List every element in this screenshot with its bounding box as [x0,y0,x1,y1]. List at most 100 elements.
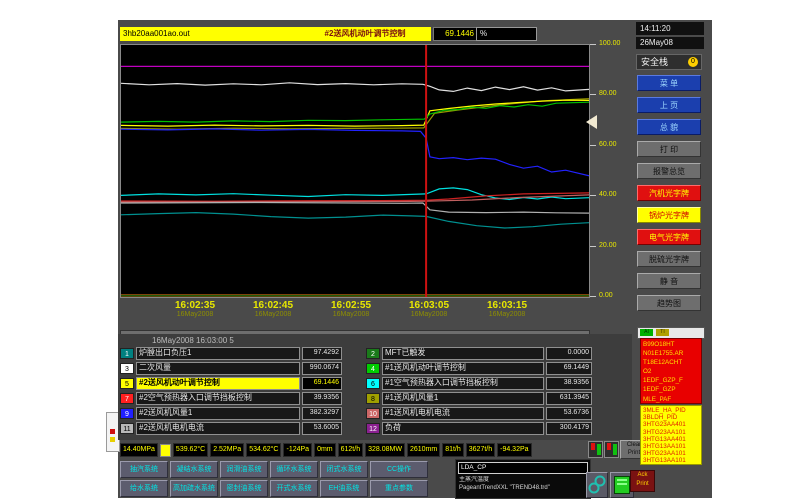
sidebar-button[interactable]: 上 页 [637,97,701,113]
pen-value: 97.4292 [302,347,342,360]
nav-button[interactable]: 重点参数 [370,480,428,497]
pen-color-chip: 7 [120,393,134,404]
pen-color-chip: 11 [120,423,134,434]
status-value: 0mm [314,443,336,457]
clock-date: 26May08 [636,37,704,49]
alarm-tag[interactable]: 1EDF_GZP_F [643,376,701,385]
legend-row[interactable]: 8#1送风机风量1631.3945 [366,391,592,406]
alarm-tag[interactable]: MLE_PAF [643,395,701,404]
console-lines: 主蒸汽温度PageantTrendXXL "TREND48.trd" [456,476,590,492]
cursor-timestamp: 16May2008 16:03:00 5 [152,336,234,345]
y-tick-mark [590,145,596,146]
legend-row[interactable]: 9#2送风机风量1382.3297 [120,406,342,421]
series-#1送风机动叶调节控制 [121,102,589,122]
sidebar-button[interactable]: 电气光字牌 [637,229,701,245]
sidebar-button[interactable]: 菜 单 [637,75,701,91]
value-pointer-icon[interactable] [586,115,597,129]
console-selected-entry[interactable]: LDA_CP [458,462,588,474]
sidebar-button[interactable]: 趋势图 [637,295,701,311]
alarm-tag[interactable]: 3MLE_HA_PID [643,407,701,414]
legend-right-column: 2MFT已触发0.00004#1送风机动叶调节控制69.14496#1空气预热器… [366,346,592,436]
sidebar-button[interactable]: 脱硫光字牌 [637,251,701,267]
y-tick-label: 60.00 [599,141,617,148]
status-value: 2610mm [407,443,440,457]
selected-pen-tag[interactable]: #2送风机动叶调节控制 [299,27,431,41]
alarm-tag[interactable]: T18E12ACHT [643,358,701,367]
pen-value: 38.9356 [546,377,592,390]
indicator-ai: AI [640,329,653,336]
nav-button[interactable]: 润滑油系统 [220,461,268,478]
x-tick-date: 16May2008 [468,311,546,318]
link-icon[interactable] [586,472,608,498]
safety-stack-label: 安全栈 [641,57,668,67]
safety-badge: 0 [688,57,698,67]
sidebar-button[interactable]: 汽机光字牌 [637,185,701,201]
nav-button[interactable]: 密封油系统 [220,480,268,497]
trend-plot[interactable] [120,44,590,298]
legend-row[interactable]: 3二次风量990.0674 [120,361,342,376]
nav-button[interactable]: 抽汽系统 [120,461,168,478]
pen-value: 53.6005 [302,422,342,435]
series-#1送风机风量1 [121,99,589,130]
legend-row[interactable]: 5#2送风机动叶调节控制69.1446 [120,376,342,391]
trend-canvas [121,45,589,297]
legend-row[interactable]: 12负荷300.4179 [366,421,592,436]
sidebar-button[interactable]: 打 印 [637,141,701,157]
alarm-tag[interactable]: 3HTG23AA101 [643,429,701,436]
alarm-tag-list-red: B99O18HTN01E1755.ART18E12ACHTO21EDF_GZP_… [640,338,702,404]
y-axis: 100.0080.0060.0040.0020.000.00 [590,40,630,304]
y-tick-mark [590,44,596,45]
clock-time: 14:11:20 [636,22,704,35]
nav-button[interactable]: CC操作 [370,461,428,478]
pen-value: 69.1449 [546,362,592,375]
traffic-light-icon-1 [588,441,603,458]
x-tick-time: 16:03:15 [468,300,546,311]
status-value: -94.32Pa [497,443,531,457]
legend-row[interactable]: 6#1空气预热器入口调节挡板控制38.9356 [366,376,592,391]
safety-stack-button[interactable]: 安全栈 0 [636,54,702,70]
sidebar-button[interactable]: 静 音 [637,273,701,289]
status-value: 2.52MPa [210,443,244,457]
status-bar: 14.40MPa539.62°C2.52MPa534.62°C-124Pa0mm… [120,443,598,457]
nav-button[interactable]: 开式水系统 [270,480,318,497]
legend-row[interactable]: 4#1送风机动叶调节控制69.1449 [366,361,592,376]
pen-color-chip: 3 [120,363,134,374]
y-tick-mark [590,94,596,95]
alarm-tag[interactable]: 1EDF_GZP [643,385,701,394]
legend-row[interactable]: 7#2空气预热器入口调节挡板控制39.9356 [120,391,342,406]
nav-button[interactable]: 高加疏水系统 [170,480,218,497]
alarm-tag[interactable]: 3HTG23AA101 [643,450,701,457]
legend-row[interactable]: 11#2送风机电机电流53.6005 [120,421,342,436]
pen-value: 990.0674 [302,362,342,375]
pen-value: 300.4179 [546,422,592,435]
legend-row[interactable]: 10#1送风机电机电流53.6736 [366,406,592,421]
legend-row[interactable]: 1炉膛出口负压197.4292 [120,346,342,361]
alarm-tag[interactable]: O2 [643,367,701,376]
legend-row[interactable]: 2MFT已触发0.0000 [366,346,592,361]
alarm-tag[interactable]: 3HTG13AA101 [643,443,701,450]
nav-button[interactable]: 凝结水系统 [170,461,218,478]
nav-button[interactable]: EH油系统 [320,480,368,497]
sidebar-button[interactable]: 锅炉光字牌 [637,207,701,223]
pen-label: #1送风机风量1 [382,392,544,405]
nav-button[interactable]: 给水系统 [120,480,168,497]
alarm-tag[interactable]: B99O18HT [643,340,701,349]
alarm-tag[interactable]: 3HTG13AA401 [643,436,701,443]
sidebar-button[interactable]: 总 貌 [637,119,701,135]
pen-color-chip: 10 [366,408,380,419]
alarm-tag[interactable]: 3HTG13AA101 [643,457,701,464]
ack-print-button[interactable]: Ack Print [630,470,655,492]
alarm-tag[interactable]: N01E1755.AR [643,349,701,358]
x-tick: 16:03:0516May2008 [390,300,468,326]
pen-label: #1送风机电机电流 [382,407,544,420]
nav-button[interactable]: 循环水系统 [270,461,318,478]
x-tick-date: 16May2008 [312,311,390,318]
alarm-tag[interactable]: 3BLDH_PID [643,414,701,421]
x-tick: 16:02:4516May2008 [234,300,312,326]
sidebar-button[interactable]: 报警总览 [637,163,701,179]
y-tick-label: 0.00 [599,292,613,299]
series-二次风量 [121,83,589,92]
alarm-tag[interactable]: 3HTG23AA401 [643,421,701,428]
nav-button[interactable]: 闭式水系统 [320,461,368,478]
screen: 3hb20aa001ao.out #2送风机动叶调节控制 69.1446 % 1… [0,0,800,500]
